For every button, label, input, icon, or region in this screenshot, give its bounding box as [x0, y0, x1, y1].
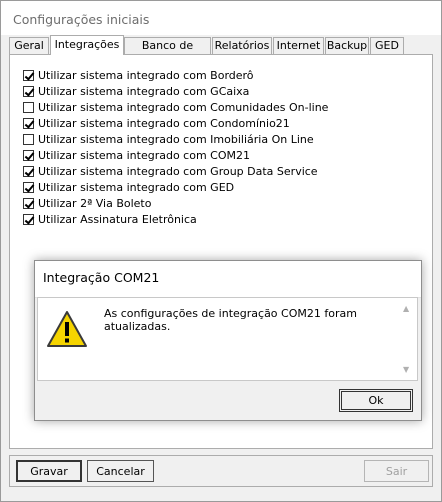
checkbox[interactable] — [23, 150, 34, 161]
option-label: Utilizar sistema integrado com Group Dat… — [38, 165, 318, 178]
tab-banco-de-dados[interactable]: Banco de Dados — [124, 37, 211, 68]
option-com21[interactable]: Utilizar sistema integrado com COM21 — [23, 148, 250, 163]
exit-button[interactable]: Sair — [364, 460, 429, 482]
checkbox[interactable] — [23, 102, 34, 113]
option-label: Utilizar Assinatura Eletrônica — [38, 213, 197, 226]
checkbox[interactable] — [23, 214, 34, 225]
option-imobiliaria-online[interactable]: Utilizar sistema integrado com Imobiliár… — [23, 132, 314, 147]
tab-internet[interactable]: Internet — [273, 37, 324, 54]
option-label: Utilizar sistema integrado com Condomíni… — [38, 117, 290, 130]
scroll-down-icon[interactable]: ▼ — [403, 365, 409, 374]
message-dialog: Integração COM21 As configurações de int… — [34, 260, 422, 421]
option-ged[interactable]: Utilizar sistema integrado com GED — [23, 180, 234, 195]
window-title: Configurações iniciais — [13, 12, 150, 27]
option-label: Utilizar sistema integrado com COM21 — [38, 149, 250, 162]
tab-integracoes[interactable]: Integrações — [50, 35, 124, 55]
option-2a-via-boleto[interactable]: Utilizar 2ª Via Boleto — [23, 196, 151, 211]
option-label: Utilizar sistema integrado com GCaixa — [38, 85, 250, 98]
dialog-title: Integração COM21 — [43, 270, 160, 285]
tab-relatorios[interactable]: Relatórios — [212, 37, 272, 54]
option-bordero[interactable]: Utilizar sistema integrado com Borderô — [23, 68, 254, 83]
dialog-message-area: As configurações de integração COM21 for… — [37, 297, 418, 381]
option-label: Utilizar sistema integrado com Comunidad… — [38, 101, 329, 114]
tab-backup[interactable]: Backup — [325, 37, 369, 54]
tab-geral[interactable]: Geral — [9, 37, 49, 54]
checkbox[interactable] — [23, 86, 34, 97]
checkbox[interactable] — [23, 166, 34, 177]
title-bar[interactable]: Configurações iniciais — [1, 1, 441, 35]
cancel-button[interactable]: Cancelar — [87, 460, 154, 482]
checkbox[interactable] — [23, 134, 34, 145]
checkbox[interactable] — [23, 198, 34, 209]
option-comunidades-online[interactable]: Utilizar sistema integrado com Comunidad… — [23, 100, 328, 115]
option-condominio21[interactable]: Utilizar sistema integrado com Condomíni… — [23, 116, 290, 131]
checkbox[interactable] — [23, 182, 34, 193]
dialog-message: As configurações de integração COM21 for… — [104, 307, 357, 333]
save-button[interactable]: Gravar — [16, 460, 82, 482]
checkbox[interactable] — [23, 118, 34, 129]
option-label: Utilizar sistema integrado com Borderô — [38, 69, 254, 82]
dialog-title-bar[interactable]: Integração COM21 — [35, 261, 421, 298]
option-gcaixa[interactable]: Utilizar sistema integrado com GCaixa — [23, 84, 249, 99]
tab-ged[interactable]: GED — [370, 37, 404, 54]
warning-icon — [47, 311, 87, 347]
dialog-scrollbar[interactable]: ▲ ▼ — [401, 300, 415, 378]
tab-strip: Geral Integrações Banco de Dados Relatór… — [9, 35, 433, 68]
settings-window: Configurações iniciais Geral Integrações… — [0, 0, 442, 502]
option-label: Utilizar sistema integrado com Imobiliár… — [38, 133, 314, 146]
option-group-data-service[interactable]: Utilizar sistema integrado com Group Dat… — [23, 164, 318, 179]
scroll-up-icon[interactable]: ▲ — [403, 304, 409, 313]
option-assinatura-eletronica[interactable]: Utilizar Assinatura Eletrônica — [23, 212, 197, 227]
checkbox[interactable] — [23, 70, 34, 81]
option-label: Utilizar sistema integrado com GED — [38, 181, 235, 194]
option-label: Utilizar 2ª Via Boleto — [38, 197, 152, 210]
ok-button[interactable]: Ok — [339, 389, 413, 412]
